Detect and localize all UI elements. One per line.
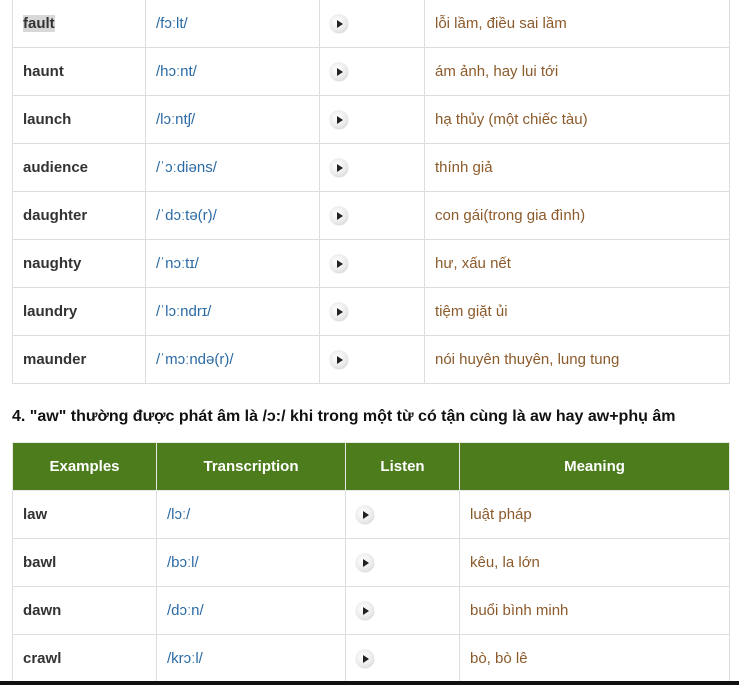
example-word: fault (12, 0, 146, 48)
table-row: maunder /ˈmɔːndə(r)/ nói huyên thuyên, l… (12, 335, 730, 384)
play-icon[interactable] (330, 158, 348, 177)
transcription: /dɔːn/ (156, 586, 346, 635)
example-word: daughter (12, 191, 146, 240)
listen-cell (319, 95, 425, 144)
table-row: crawl /krɔːl/ bò, bò lê (12, 634, 730, 683)
example-word: maunder (12, 335, 146, 384)
meaning: nói huyên thuyên, lung tung (424, 335, 730, 384)
listen-cell (345, 634, 460, 683)
listen-cell (319, 287, 425, 336)
play-icon[interactable] (330, 206, 348, 225)
example-word: haunt (12, 47, 146, 96)
table-row: daughter /ˈdɔːtə(r)/ con gái(trong gia đ… (12, 191, 730, 240)
example-word: laundry (12, 287, 146, 336)
transcription: /ˈlɔːndrɪ/ (145, 287, 320, 336)
listen-cell (345, 490, 460, 539)
meaning: bò, bò lê (459, 634, 730, 683)
table-row: dawn /dɔːn/ buổi bình minh (12, 586, 730, 635)
column-header-examples: Examples (12, 442, 157, 491)
example-word: audience (12, 143, 146, 192)
transcription: /hɔːnt/ (145, 47, 320, 96)
play-icon[interactable] (356, 553, 374, 572)
meaning: ám ảnh, hay lui tới (424, 47, 730, 96)
listen-cell (345, 538, 460, 587)
play-icon[interactable] (330, 14, 348, 33)
transcription: /krɔːl/ (156, 634, 346, 683)
play-icon[interactable] (330, 350, 348, 369)
play-icon[interactable] (330, 62, 348, 81)
transcription: /fɔːlt/ (145, 0, 320, 48)
example-word: crawl (12, 634, 157, 683)
listen-cell (319, 335, 425, 384)
column-header-transcription: Transcription (156, 442, 346, 491)
section-heading: 4. "aw" thường được phát âm là /ɔ:/ khi … (12, 408, 676, 425)
vocab-table-aw: Examples Transcription Listen Meaning la… (12, 442, 730, 683)
meaning: con gái(trong gia đình) (424, 191, 730, 240)
bottom-edge-bar (0, 681, 739, 685)
column-header-listen: Listen (345, 442, 460, 491)
table-row: laundry /ˈlɔːndrɪ/ tiệm giặt ủi (12, 287, 730, 336)
listen-cell (345, 586, 460, 635)
table-row: fault /fɔːlt/ lỗi lầm, điều sai lầm (12, 0, 730, 48)
table-row: audience /ˈɔːdiəns/ thính giả (12, 143, 730, 192)
listen-cell (319, 47, 425, 96)
example-word: naughty (12, 239, 146, 288)
example-word: dawn (12, 586, 157, 635)
example-word: bawl (12, 538, 157, 587)
column-header-meaning: Meaning (459, 442, 730, 491)
meaning: thính giả (424, 143, 730, 192)
play-icon[interactable] (330, 254, 348, 273)
transcription: /ˈdɔːtə(r)/ (145, 191, 320, 240)
example-word: launch (12, 95, 146, 144)
transcription: /lɔː/ (156, 490, 346, 539)
listen-cell (319, 191, 425, 240)
table-row: haunt /hɔːnt/ ám ảnh, hay lui tới (12, 47, 730, 96)
table-row: naughty /ˈnɔːtɪ/ hư, xấu nết (12, 239, 730, 288)
transcription: /bɔːl/ (156, 538, 346, 587)
meaning: kêu, la lớn (459, 538, 730, 587)
meaning: lỗi lầm, điều sai lầm (424, 0, 730, 48)
vocab-table-au: fault /fɔːlt/ lỗi lầm, điều sai lầm haun… (12, 0, 730, 384)
listen-cell (319, 0, 425, 48)
transcription: /ˈɔːdiəns/ (145, 143, 320, 192)
transcription: /ˈnɔːtɪ/ (145, 239, 320, 288)
table-header-row: Examples Transcription Listen Meaning (12, 442, 730, 491)
transcription: /lɔːntʃ/ (145, 95, 320, 144)
example-word: law (12, 490, 157, 539)
table-row: launch /lɔːntʃ/ hạ thủy (một chiếc tàu) (12, 95, 730, 144)
play-icon[interactable] (356, 505, 374, 524)
table-row: bawl /bɔːl/ kêu, la lớn (12, 538, 730, 587)
table-row: law /lɔː/ luật pháp (12, 490, 730, 539)
transcription: /ˈmɔːndə(r)/ (145, 335, 320, 384)
meaning: tiệm giặt ủi (424, 287, 730, 336)
meaning: hư, xấu nết (424, 239, 730, 288)
listen-cell (319, 239, 425, 288)
play-icon[interactable] (330, 302, 348, 321)
meaning: luật pháp (459, 490, 730, 539)
meaning: hạ thủy (một chiếc tàu) (424, 95, 730, 144)
play-icon[interactable] (330, 110, 348, 129)
meaning: buổi bình minh (459, 586, 730, 635)
listen-cell (319, 143, 425, 192)
play-icon[interactable] (356, 601, 374, 620)
play-icon[interactable] (356, 649, 374, 668)
